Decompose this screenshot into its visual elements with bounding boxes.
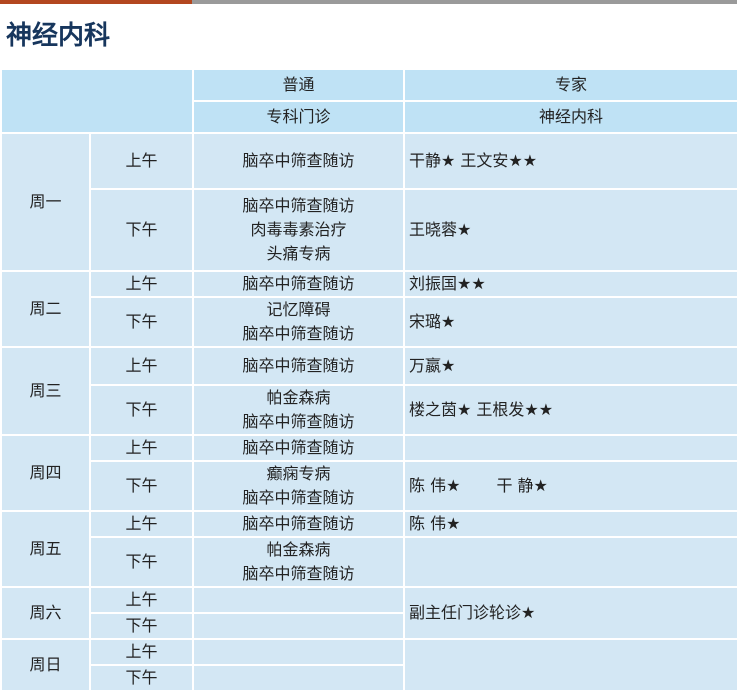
expert-item: 副主任门诊轮诊★	[409, 603, 536, 622]
clinic-cell: 脑卒中筛查随访	[192, 270, 405, 298]
expert-cell: 楼之茵★ 王根发★★	[403, 384, 737, 436]
clinic-cell: 脑卒中筛查随访	[192, 132, 405, 190]
top-bar-accent	[0, 0, 192, 4]
clinic-cell: 脑卒中筛查随访	[192, 346, 405, 386]
clinic-item: 帕金森病	[266, 540, 331, 559]
clinic-cell: 帕金森病 脑卒中筛查随访	[192, 536, 405, 588]
clinic-cell	[192, 638, 405, 666]
expert-cell	[403, 638, 737, 692]
expert-cell	[403, 536, 737, 588]
clinic-item: 脑卒中筛查随访	[242, 324, 355, 343]
expert-item: 王晓蓉★	[409, 220, 472, 239]
period-am: 上午	[89, 586, 194, 614]
top-bar	[0, 0, 737, 4]
clinic-item: 癫痫专病	[266, 464, 331, 483]
clinic-cell: 脑卒中筛查随访	[192, 510, 405, 538]
expert-cell: 陈 伟★ 干 静★	[403, 460, 737, 512]
expert-cell: 刘振国★★	[403, 270, 737, 298]
day-tuesday: 周二	[0, 270, 91, 348]
header-general-sub: 专科门诊	[192, 100, 405, 134]
clinic-item: 脑卒中筛查随访	[242, 196, 355, 215]
header-expert: 专家	[403, 68, 737, 102]
page-title: 神经内科	[6, 21, 111, 51]
clinic-item: 脑卒中筛查随访	[242, 274, 355, 293]
period-pm: 下午	[89, 188, 194, 272]
day-wednesday: 周三	[0, 346, 91, 436]
period-pm: 下午	[89, 296, 194, 348]
clinic-item: 记忆障碍	[266, 300, 331, 319]
period-am: 上午	[89, 510, 194, 538]
day-thursday: 周四	[0, 434, 91, 512]
expert-item: 刘振国★★	[409, 274, 486, 293]
period-am: 上午	[89, 270, 194, 298]
clinic-cell: 癫痫专病 脑卒中筛查随访	[192, 460, 405, 512]
clinic-cell	[192, 664, 405, 692]
expert-cell: 宋璐★	[403, 296, 737, 348]
clinic-item: 头痛专病	[266, 244, 331, 263]
clinic-item: 脑卒中筛查随访	[242, 438, 355, 457]
expert-item: 陈 伟★	[409, 476, 461, 495]
expert-item: 陈 伟★	[409, 514, 461, 533]
clinic-item: 脑卒中筛查随访	[242, 356, 355, 375]
day-monday: 周一	[0, 132, 91, 272]
period-am: 上午	[89, 132, 194, 190]
expert-cell: 万嬴★	[403, 346, 737, 386]
clinic-cell: 脑卒中筛查随访 肉毒毒素治疗 头痛专病	[192, 188, 405, 272]
period-am: 上午	[89, 434, 194, 462]
day-sunday: 周日	[0, 638, 91, 692]
period-am: 上午	[89, 346, 194, 386]
clinic-item: 脑卒中筛查随访	[242, 488, 355, 507]
clinic-item: 脑卒中筛查随访	[242, 514, 355, 533]
expert-item: 宋璐★	[409, 312, 456, 331]
clinic-item: 帕金森病	[266, 388, 331, 407]
clinic-item: 肉毒毒素治疗	[250, 220, 347, 239]
period-pm: 下午	[89, 460, 194, 512]
period-pm: 下午	[89, 536, 194, 588]
expert-cell: 陈 伟★	[403, 510, 737, 538]
clinic-cell	[192, 612, 405, 640]
header-expert-sub: 神经内科	[403, 100, 737, 134]
expert-cell	[403, 434, 737, 462]
period-pm: 下午	[89, 664, 194, 692]
expert-cell: 王晓蓉★	[403, 188, 737, 272]
clinic-cell	[192, 586, 405, 614]
period-pm: 下午	[89, 384, 194, 436]
expert-item: 万嬴★	[409, 356, 456, 375]
period-am: 上午	[89, 638, 194, 666]
expert-item: 干静★ 王文安★★	[409, 151, 538, 170]
header-general: 普通	[192, 68, 405, 102]
corner-cell	[0, 68, 194, 134]
day-saturday: 周六	[0, 586, 91, 640]
expert-item: 干 静★	[496, 476, 548, 495]
clinic-cell: 脑卒中筛查随访	[192, 434, 405, 462]
clinic-cell: 帕金森病 脑卒中筛查随访	[192, 384, 405, 436]
clinic-item: 脑卒中筛查随访	[242, 151, 355, 170]
expert-item: 楼之茵★ 王根发★★	[409, 400, 554, 419]
clinic-item: 脑卒中筛查随访	[242, 412, 355, 431]
day-friday: 周五	[0, 510, 91, 588]
clinic-schedule-table: 普通 专家 专科门诊 神经内科 周一 上午 脑卒中筛查随访 干静★ 王文安★★ …	[0, 68, 737, 692]
clinic-cell: 记忆障碍 脑卒中筛查随访	[192, 296, 405, 348]
period-pm: 下午	[89, 612, 194, 640]
clinic-item: 脑卒中筛查随访	[242, 564, 355, 583]
expert-cell: 副主任门诊轮诊★	[403, 586, 737, 640]
expert-cell: 干静★ 王文安★★	[403, 132, 737, 190]
